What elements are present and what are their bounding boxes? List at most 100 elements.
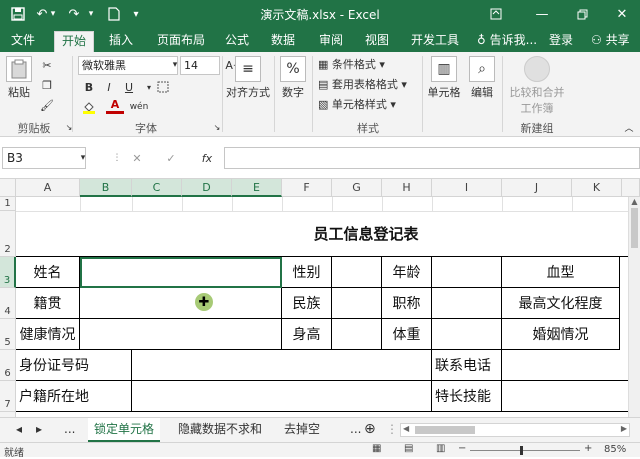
number-button[interactable]: % 数字 (278, 56, 308, 100)
column-header-h[interactable]: H (382, 179, 432, 197)
insert-function-button[interactable]: fx (196, 149, 218, 167)
cell-h3[interactable]: 年龄 (382, 257, 432, 288)
vertical-scrollbar[interactable]: ▲ (628, 197, 640, 417)
zoom-in-icon[interactable]: + (584, 443, 592, 454)
editing-button[interactable]: ⌕ 编辑 (466, 56, 498, 100)
copy-icon[interactable]: ❐ (38, 76, 56, 94)
close-icon[interactable]: ✕ (612, 4, 632, 24)
row-header-6[interactable]: 6 (0, 350, 16, 381)
column-header-i[interactable]: I (432, 179, 502, 197)
cell-i3[interactable] (432, 257, 502, 288)
conditional-format-button[interactable]: ▦ 条件格式 ▾ (318, 56, 385, 72)
enter-icon[interactable]: ✓ (162, 149, 180, 167)
add-sheet-icon[interactable]: ⊕ (358, 418, 382, 442)
cell-g4[interactable] (332, 288, 382, 319)
zoom-level[interactable]: 85% (604, 444, 626, 455)
cell-b5[interactable] (80, 319, 282, 350)
cells-button[interactable]: ▥ 单元格 (426, 56, 462, 100)
tab-data[interactable]: 数据 (264, 31, 302, 52)
row-header-4[interactable]: 4 (0, 288, 16, 319)
format-painter-icon[interactable]: 🖌 (38, 96, 56, 114)
cell-i6[interactable]: 联系电话 (432, 350, 502, 381)
cancel-icon[interactable]: ✕ (128, 149, 146, 167)
border-icon[interactable] (154, 78, 172, 96)
paste-button[interactable]: 粘贴 (4, 56, 34, 100)
scroll-up-icon[interactable]: ▲ (629, 197, 640, 206)
column-header-d[interactable]: D (182, 179, 232, 197)
sheet-tab-lock-cells[interactable]: 锁定单元格 (88, 418, 161, 442)
fill-color-icon[interactable] (80, 98, 98, 116)
cell-style-button[interactable]: ▧ 单元格样式 ▾ (318, 96, 396, 112)
cell-f4[interactable]: 民族 (282, 288, 332, 319)
zoom-out-icon[interactable]: − (458, 443, 466, 454)
underline-button[interactable]: U (120, 78, 138, 96)
horizontal-scrollbar[interactable]: ◀ ▶ (400, 423, 630, 437)
tab-file[interactable]: 文件 (4, 31, 42, 52)
zoom-slider[interactable] (470, 446, 580, 455)
cell-a6[interactable]: 身份证号码 (16, 350, 132, 381)
cell-j3[interactable]: 血型 (502, 257, 620, 288)
restore-icon[interactable] (572, 4, 592, 24)
compare-merge-button[interactable]: 比较和合并 工作簿 (506, 56, 568, 116)
tab-developer[interactable]: 开发工具 (404, 31, 466, 52)
column-header-k[interactable]: K (572, 179, 622, 197)
cell-a4[interactable]: 籍贯 (16, 288, 80, 319)
collapse-ribbon-icon[interactable]: ︿ (620, 118, 638, 136)
column-header-j[interactable]: J (502, 179, 572, 197)
cell-j7[interactable] (502, 381, 640, 412)
phonetic-button[interactable]: wén (128, 98, 150, 116)
h-scroll-thumb[interactable] (415, 426, 475, 434)
cell-h5[interactable]: 体重 (382, 319, 432, 350)
column-header-g[interactable]: G (332, 179, 382, 197)
cell-g5[interactable] (332, 319, 382, 350)
cell-j5[interactable]: 婚姻情况 (502, 319, 620, 350)
column-header-c[interactable]: C (132, 179, 182, 197)
row-header-5[interactable]: 5 (0, 319, 16, 350)
formula-input[interactable] (224, 147, 640, 169)
cut-icon[interactable]: ✂ (38, 56, 56, 74)
font-color-button[interactable]: A (106, 98, 124, 114)
cell-i4[interactable] (432, 288, 502, 319)
row-header-2[interactable]: 2 (0, 211, 16, 257)
login-link[interactable]: 登录 (542, 31, 580, 52)
cell-a7[interactable]: 户籍所在地 (16, 381, 132, 412)
font-launcher-icon[interactable]: ↘ (208, 118, 226, 136)
tab-page-layout[interactable]: 页面布局 (150, 31, 212, 52)
scroll-thumb[interactable] (631, 208, 638, 248)
row-header-3[interactable]: 3 (0, 257, 16, 288)
cell-f5[interactable]: 身高 (282, 319, 332, 350)
column-header-b[interactable]: B (80, 179, 132, 197)
sheet-tab-hide-data[interactable]: 隐藏数据不求和 (172, 418, 268, 442)
column-header-a[interactable]: A (16, 179, 80, 197)
column-header-l[interactable] (622, 179, 640, 197)
bold-button[interactable]: B (80, 78, 98, 96)
sheet-tab-remove-empty[interactable]: 去掉空 (278, 418, 326, 442)
cell-g3[interactable] (332, 257, 382, 288)
tab-view[interactable]: 视图 (358, 31, 396, 52)
select-all-corner[interactable] (0, 179, 16, 197)
italic-button[interactable]: I (100, 78, 118, 96)
ribbon-display-icon[interactable] (486, 4, 506, 24)
cell-i5[interactable] (432, 319, 502, 350)
cell-b4[interactable] (80, 288, 282, 319)
cell-j4[interactable]: 最高文化程度 (502, 288, 620, 319)
page-layout-view-icon[interactable]: ▤ (404, 443, 413, 454)
page-break-view-icon[interactable]: ▥ (436, 443, 445, 454)
normal-view-icon[interactable]: ▦ (372, 443, 381, 454)
tab-review[interactable]: 审阅 (312, 31, 350, 52)
more-sheets-button[interactable]: ... (58, 418, 81, 442)
cell-c7[interactable] (132, 381, 432, 412)
cell-c6[interactable] (132, 350, 432, 381)
font-size-dropdown[interactable]: 14 (180, 56, 220, 75)
tell-me-box[interactable]: ♁ 告诉我... (470, 31, 544, 52)
alignment-button[interactable]: ≡ 对齐方式 (226, 56, 270, 100)
font-name-dropdown[interactable]: 微软雅黑 (78, 56, 178, 75)
tab-insert[interactable]: 插入 (102, 31, 140, 52)
column-header-e[interactable]: E (232, 179, 282, 197)
scroll-left-icon[interactable]: ◀ (403, 424, 409, 433)
cell-f3[interactable]: 性别 (282, 257, 332, 288)
zoom-slider-thumb[interactable] (520, 446, 523, 455)
tab-formulas[interactable]: 公式 (218, 31, 256, 52)
name-box-chevron-down-icon[interactable]: ▾ (74, 149, 92, 167)
minimize-icon[interactable]: — (532, 4, 552, 24)
